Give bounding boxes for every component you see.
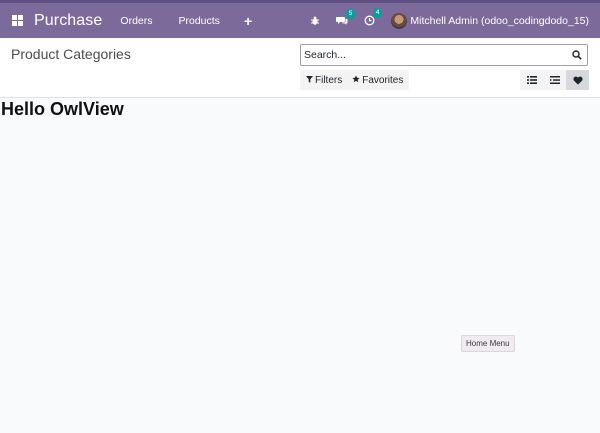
hierarchy-view-icon[interactable] [543, 70, 566, 90]
messages-chat-icon[interactable]: 5 [336, 8, 356, 26]
menu-products[interactable]: Products [179, 15, 220, 27]
menu-orders[interactable]: Orders [120, 15, 152, 27]
list-view-icon[interactable] [520, 70, 543, 90]
tooltip: Home Menu [461, 335, 515, 352]
funnel-icon [306, 75, 313, 85]
activities-count-badge: 4 [372, 8, 383, 18]
page-heading: Hello OwlView [1, 99, 124, 119]
search-box [300, 44, 588, 66]
search-options: Filters Favorites [300, 70, 410, 90]
app-name[interactable]: Purchase [34, 12, 102, 30]
activities-clock-icon[interactable]: 4 [364, 8, 383, 26]
systray: 5 4 Mitchell Admin (odoo_codingdodo_15) [310, 3, 600, 38]
favorites-label: Favorites [362, 74, 404, 86]
search-icon[interactable] [569, 47, 585, 63]
star-icon [352, 75, 360, 85]
apps-menu-button[interactable] [0, 3, 34, 38]
favorites-button[interactable]: Favorites [352, 75, 403, 86]
messages-count-badge: 5 [345, 8, 356, 19]
search-input[interactable] [301, 49, 569, 61]
filters-button[interactable]: Filters [306, 75, 342, 86]
view-switcher [520, 70, 589, 90]
debug-bug-icon[interactable] [310, 16, 320, 26]
breadcrumb: Product Categories [11, 46, 131, 62]
apps-grid-icon [11, 15, 23, 26]
new-item-plus-icon[interactable]: + [244, 13, 252, 29]
avatar [391, 12, 408, 29]
main-content: Hello OwlView [0, 98, 600, 433]
main-navbar: Purchase Orders Products + 5 4 Mitchell … [0, 0, 600, 38]
control-panel: Product Categories Filters Favorites [0, 38, 600, 98]
heart-view-icon[interactable] [566, 70, 589, 90]
user-name: Mitchell Admin (odoo_codingdodo_15) [410, 14, 589, 27]
user-menu[interactable]: Mitchell Admin (odoo_codingdodo_15) [391, 12, 589, 29]
filters-label: Filters [315, 74, 343, 86]
